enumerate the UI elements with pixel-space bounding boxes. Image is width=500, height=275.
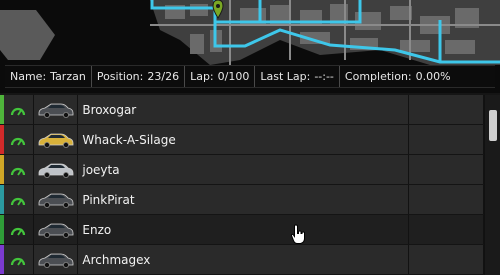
status-last-lap: Last Lap: --:-- [254, 66, 339, 87]
race-status-bar: Name: Tarzan Position: 23/26 Lap: 0/100 Las… [5, 65, 495, 88]
racer-extra-cell [408, 185, 484, 214]
racer-row[interactable]: Enzo [0, 215, 484, 245]
racer-extra-cell [408, 215, 484, 244]
speedometer-icon [4, 155, 34, 184]
speedometer-icon [4, 95, 34, 124]
racer-extra-cell [408, 155, 484, 184]
dark-car-icon [33, 185, 79, 214]
hand-cursor-icon [291, 224, 305, 244]
racer-extra-cell [408, 125, 484, 154]
racer-name: Archmagex [78, 245, 409, 274]
dark-car-icon [33, 215, 79, 244]
yellow-car-icon [33, 125, 79, 154]
racer-name: Whack-A-Silage [78, 125, 409, 154]
speedometer-icon [4, 245, 34, 274]
speedometer-icon [4, 215, 34, 244]
racer-name: Broxogar [78, 95, 409, 124]
speedometer-icon [4, 125, 34, 154]
dark-car-icon [33, 245, 79, 274]
racer-extra-cell [408, 95, 484, 124]
racer-name: joeyta [78, 155, 409, 184]
racer-row[interactable]: Whack-A-Silage [0, 125, 484, 155]
race-map: Name: Tarzan Position: 23/26 Lap: 0/100 Las… [0, 0, 500, 93]
dark-car-icon [33, 95, 79, 124]
status-lap: Lap: 0/100 [184, 66, 254, 87]
racer-row[interactable]: Broxogar [0, 95, 484, 125]
racer-row[interactable]: PinkPirat [0, 185, 484, 215]
racer-name: Enzo [78, 215, 409, 244]
status-completion: Completion: 0.00% [338, 66, 456, 87]
racer-extra-cell [408, 245, 484, 274]
silver-car-icon [33, 155, 79, 184]
racer-list: Broxogar Whack-A-Silage joeyta PinkPirat Enz… [0, 95, 484, 275]
racer-list-scrollbar[interactable] [484, 95, 500, 275]
racer-row[interactable]: Archmagex [0, 245, 484, 275]
racer-name: PinkPirat [78, 185, 409, 214]
speedometer-icon [4, 185, 34, 214]
status-position: Position: 23/26 [90, 66, 184, 87]
racer-row[interactable]: joeyta [0, 155, 484, 185]
status-name: Name: Tarzan [10, 70, 86, 83]
scrollbar-thumb[interactable] [489, 110, 497, 141]
